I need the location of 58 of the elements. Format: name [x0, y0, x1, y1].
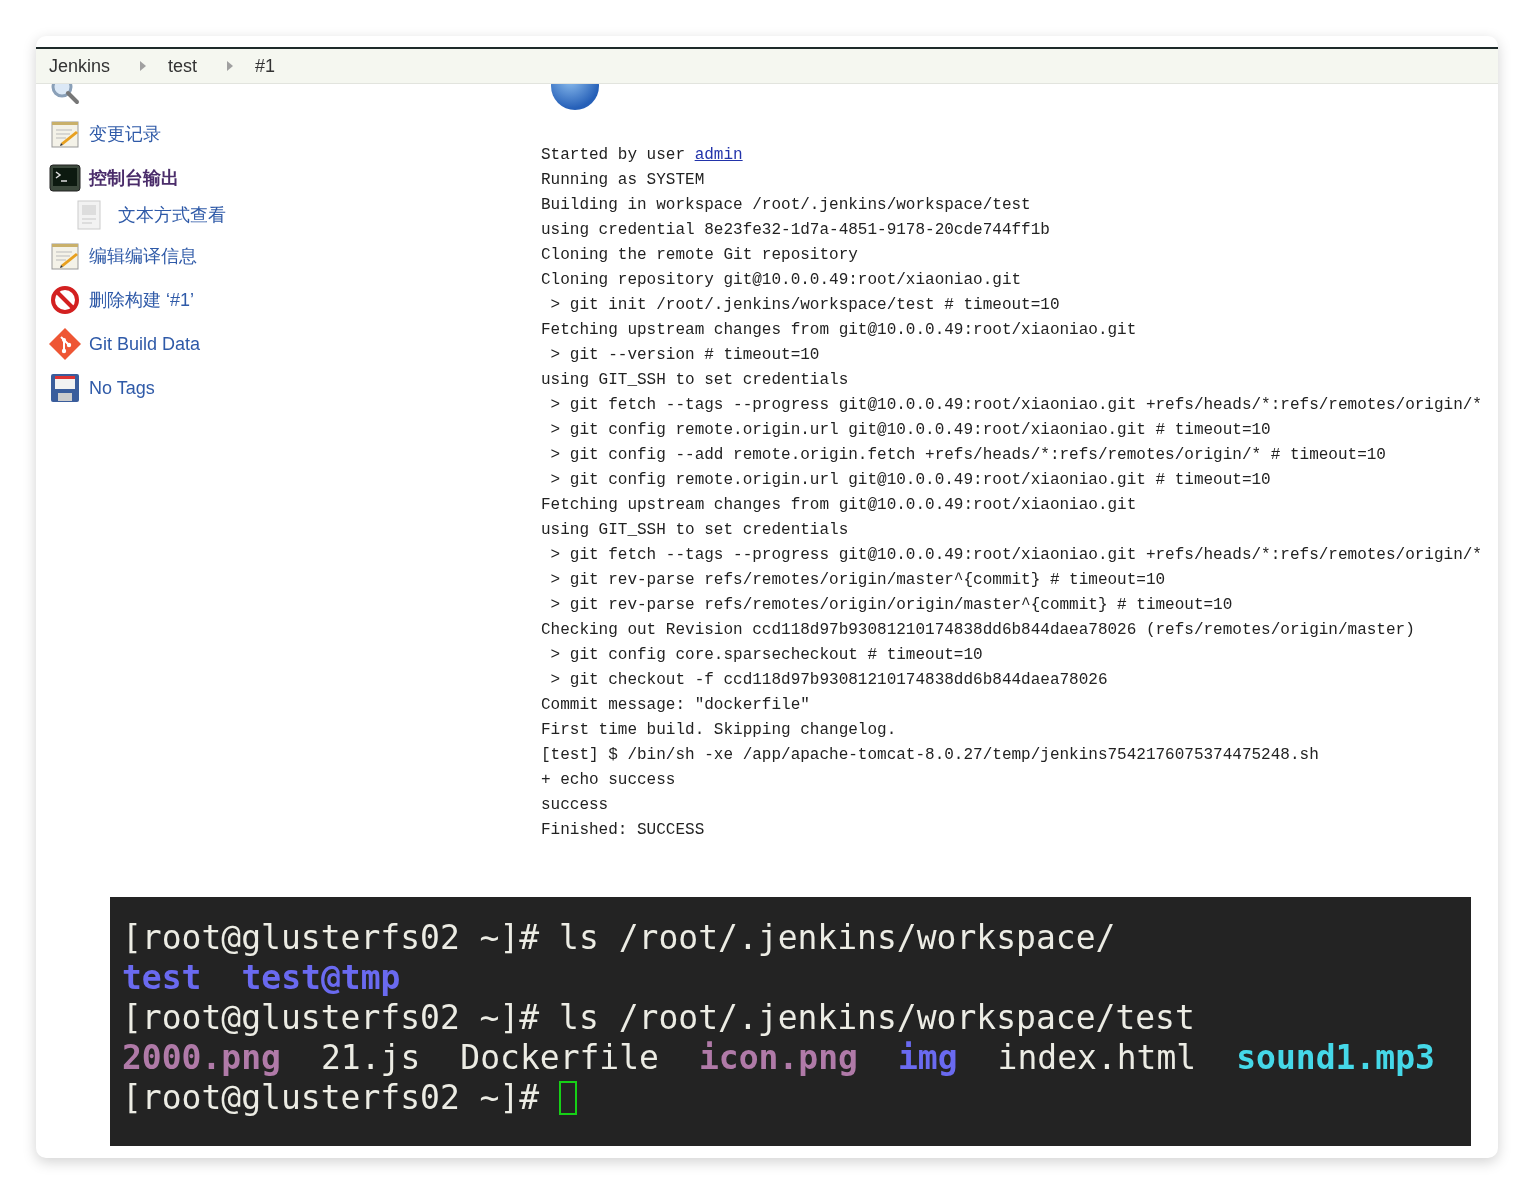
console-line: using credential 8e23fe32-1d7a-4851-9178-20cde744ff1b: [541, 220, 1051, 241]
console-line: > git fetch --tags --progress git@10.0.0.49:root/xiaoniao.git +refs/heads/*:refs/remotes/origin/*: [549, 395, 1483, 416]
console-line: > git init /root/.jenkins/workspace/test # timeout=10: [549, 295, 1061, 316]
notepad-pencil-icon: [48, 241, 82, 271]
console-line: Started by user admin: [541, 145, 744, 166]
breadcrumb-link[interactable]: #1: [255, 55, 276, 77]
file-name: 2000.png: [122, 1038, 281, 1078]
sidebar-link[interactable]: Git Build Data: [89, 333, 201, 355]
console-line: > git config remote.origin.url git@10.0.0.49:root/xiaoniao.git # timeout=10: [549, 420, 1272, 441]
console-line: success: [541, 795, 610, 816]
sidebar-link[interactable]: 删除构建 ‘#1’: [89, 288, 195, 312]
terminal-icon: [48, 164, 82, 192]
caret-icon: [140, 61, 147, 71]
file-name: test: [122, 958, 202, 998]
notepad-pencil-icon: [48, 119, 82, 149]
console-line: using GIT_SSH to set credentials: [541, 370, 850, 391]
sidebar-link[interactable]: 控制台输出: [89, 166, 179, 190]
terminal-text: [root@glusterfs02 ~]# ls /root/.jenkins/workspace/test: [122, 998, 1195, 1038]
file-name: test@tmp: [241, 958, 401, 998]
prohibited-sign-icon: [48, 285, 82, 315]
terminal-text: index.html: [997, 1038, 1197, 1078]
console-line: > git fetch --tags --progress git@10.0.0.49:root/xiaoniao.git +refs/heads/*:refs/remotes/origin/*: [549, 545, 1483, 566]
console-line: > git rev-parse refs/remotes/origin/origin/master^{commit} # timeout=10: [549, 595, 1234, 616]
console-line: Fetching upstream changes from git@10.0.0.49:root/xiaoniao.git: [541, 495, 1138, 516]
breadcrumb-link[interactable]: Jenkins: [49, 55, 111, 77]
console-line: [test] $ /bin/sh -xe /app/apache-tomcat-8.0.27/temp/jenkins7542176075374475248.sh: [541, 745, 1320, 766]
user-link[interactable]: admin: [694, 146, 743, 164]
console-line: > git rev-parse refs/remotes/origin/master^{commit} # timeout=10: [549, 570, 1167, 591]
console-line: Running as SYSTEM: [541, 170, 706, 191]
sidebar-link[interactable]: 文本方式查看: [118, 202, 226, 227]
terminal-text: [root@glusterfs02 ~]#: [122, 1078, 540, 1118]
console-line: > git --version # timeout=10: [549, 345, 821, 366]
file-name: sound1.mp3: [1236, 1038, 1435, 1078]
console-line: using GIT_SSH to set credentials: [541, 520, 850, 541]
console-line: Cloning repository git@10.0.0.49:root/xiaoniao.git: [541, 270, 1023, 291]
console-line: Finished: SUCCESS: [541, 820, 706, 841]
console-line: > git config core.sparsecheckout # timeout=10: [549, 645, 984, 666]
terminal-text: [root@glusterfs02 ~]# ls /root/.jenkins/workspace/: [122, 918, 1116, 958]
console-line: Fetching upstream changes from git@10.0.0.49:root/xiaoniao.git: [541, 320, 1138, 341]
sidebar-link[interactable]: 变更记录: [89, 122, 161, 146]
console-line: > git config remote.origin.url git@10.0.0.49:root/xiaoniao.git # timeout=10: [549, 470, 1272, 491]
breadcrumb-link[interactable]: test: [168, 55, 198, 77]
console-line: + echo success: [541, 770, 677, 791]
caret-icon: [227, 61, 234, 71]
sidebar-link[interactable]: No Tags: [89, 377, 155, 399]
sidebar-link[interactable]: 编辑编译信息: [89, 244, 197, 268]
console-line: Commit message: "dockerfile": [541, 695, 811, 716]
console-line: Building in workspace /root/.jenkins/workspace/test: [541, 195, 1032, 216]
terminal-text: Dockerfile: [460, 1038, 659, 1078]
git-logo-icon: [48, 327, 82, 361]
console-line: > git checkout -f ccd118d97b93081210174838dd6b844daea78026: [549, 670, 1109, 691]
console-line: Cloning the remote Git repository: [541, 245, 859, 266]
file-name: icon.png: [699, 1038, 858, 1078]
file-name: img: [897, 1038, 958, 1078]
console-line: > git config --add remote.origin.fetch +refs/heads/*:refs/remotes/origin/* # timeout=10: [549, 445, 1387, 466]
console-line: First time build. Skipping changelog.: [541, 720, 898, 741]
console-line: Checking out Revision ccd118d97b93081210174838dd6b844daea78026 (refs/remotes/origin/master): [541, 620, 1416, 641]
terminal-text: 21.js: [320, 1038, 421, 1078]
